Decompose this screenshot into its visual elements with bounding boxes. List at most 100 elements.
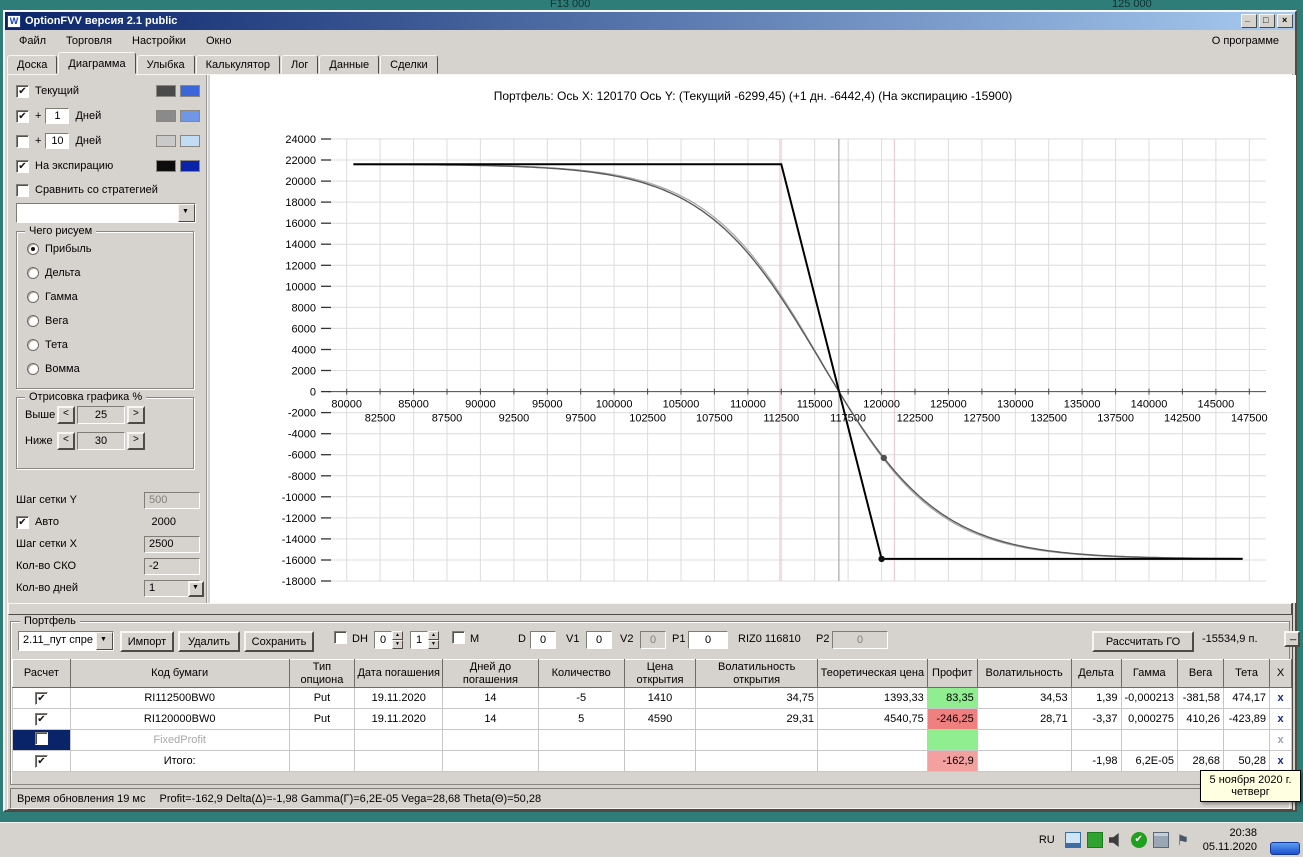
- row-calc-checkbox[interactable]: ✔: [34, 754, 48, 768]
- dh-spinner-1-value[interactable]: 0: [374, 631, 392, 649]
- d-input[interactable]: 0: [530, 631, 556, 649]
- curve-checkbox[interactable]: ✔: [16, 109, 29, 123]
- menu-window[interactable]: Окно: [196, 33, 242, 49]
- compare-strategy-row[interactable]: Сравнить со стратегией: [16, 181, 200, 199]
- draw-option-row[interactable]: Гамма: [27, 290, 193, 304]
- language-indicator[interactable]: RU: [1039, 834, 1055, 846]
- curve-toggle-row[interactable]: ✔ Текущий: [16, 81, 200, 101]
- maximize-button[interactable]: [1259, 14, 1275, 28]
- grid-x-input[interactable]: 2500: [144, 535, 200, 553]
- column-header[interactable]: Тип опциона: [288, 658, 356, 689]
- table-row[interactable]: FixedProfit х: [12, 729, 1292, 752]
- calc-cell[interactable]: ✔: [12, 750, 71, 773]
- increase-below-button[interactable]: [127, 432, 145, 450]
- row-calc-checkbox[interactable]: ✔: [34, 712, 48, 726]
- dh-spinner-2[interactable]: 1 ▲ ▼: [410, 631, 439, 649]
- dh-checkbox[interactable]: [334, 631, 347, 644]
- days-input[interactable]: 1: [45, 108, 70, 124]
- tab-diagram[interactable]: Диаграмма: [58, 52, 136, 74]
- table-row[interactable]: ✔ RI120000BW0 Put 19.11.2020 14 5 4590 29,31 454…: [12, 708, 1292, 731]
- column-header[interactable]: Вега: [1177, 658, 1225, 689]
- spin-down-icon[interactable]: ▼: [428, 640, 439, 649]
- curve-checkbox[interactable]: ✔: [16, 84, 29, 98]
- dh-spinner-2-value[interactable]: 1: [410, 631, 428, 649]
- strategy-dropdown[interactable]: [16, 203, 196, 223]
- clock[interactable]: 20:38 05.11.2020: [1203, 826, 1257, 855]
- calc-cell[interactable]: [12, 729, 71, 752]
- column-header[interactable]: Расчет: [12, 658, 71, 689]
- auto-grid-checkbox[interactable]: ✔: [16, 515, 29, 529]
- table-row[interactable]: ✔ Итого: -162,9 -1,98 6,2E-05 28,68 50,28 х: [12, 750, 1292, 773]
- update-check-icon[interactable]: ✔: [1130, 832, 1147, 848]
- row-delete-button[interactable]: х: [1269, 708, 1292, 731]
- column-header[interactable]: Волатильность: [976, 658, 1072, 689]
- draw-option-row[interactable]: Тета: [27, 338, 193, 352]
- column-header[interactable]: Дата погашения: [354, 658, 444, 689]
- draw-option-row[interactable]: Вомма: [27, 362, 193, 376]
- calc-go-button[interactable]: Рассчитать ГО: [1092, 631, 1194, 652]
- draw-option-row[interactable]: Вега: [27, 314, 193, 328]
- grid-y-input[interactable]: 500: [144, 491, 200, 509]
- tab-log[interactable]: Лог: [281, 55, 319, 74]
- column-header[interactable]: Гамма: [1120, 658, 1179, 689]
- column-header[interactable]: Код бумаги: [69, 658, 290, 689]
- column-header[interactable]: X: [1269, 658, 1292, 689]
- storage-icon[interactable]: [1152, 832, 1169, 848]
- tab-calculator[interactable]: Калькулятор: [195, 55, 281, 74]
- flag-icon[interactable]: ⚑: [1175, 832, 1191, 848]
- v2-input[interactable]: 0: [640, 631, 666, 649]
- titlebar[interactable]: W OptionFVV версия 2.1 public: [5, 12, 1295, 30]
- column-header[interactable]: Волатильность открытия: [695, 658, 819, 689]
- row-calc-checkbox[interactable]: ✔: [34, 691, 48, 705]
- speaker-icon[interactable]: [1108, 832, 1119, 848]
- row-delete-button[interactable]: х: [1269, 729, 1292, 752]
- curve-toggle-row[interactable]: +10 Дней: [16, 131, 200, 151]
- menu-trade[interactable]: Торговля: [56, 33, 122, 49]
- tab-board[interactable]: Доска: [7, 55, 58, 74]
- m-checkbox[interactable]: [452, 631, 465, 644]
- calc-cell[interactable]: ✔: [12, 687, 71, 710]
- row-delete-button[interactable]: х: [1269, 687, 1292, 710]
- chart-pane[interactable]: Портфель: Ось X: 120170 Ось Y: (Текущий …: [210, 75, 1296, 603]
- close-button[interactable]: [1277, 14, 1293, 28]
- sko-count-input[interactable]: -2: [144, 557, 200, 575]
- minimize-button[interactable]: [1241, 13, 1257, 28]
- draw-option-row[interactable]: Прибыль: [27, 242, 193, 256]
- preset-dropdown[interactable]: 2.11_пут спре: [18, 631, 114, 651]
- delete-button[interactable]: Удалить: [178, 631, 240, 652]
- p1-input[interactable]: 0: [688, 631, 728, 649]
- chevron-down-icon[interactable]: [178, 204, 195, 222]
- below-value[interactable]: 30: [77, 432, 125, 450]
- increase-above-button[interactable]: [127, 406, 145, 424]
- curve-checkbox[interactable]: ✔: [16, 159, 29, 173]
- column-header[interactable]: Профит: [926, 658, 978, 689]
- curve-toggle-row[interactable]: ✔ На экспирацию: [16, 156, 200, 176]
- splitter[interactable]: [8, 603, 1292, 615]
- draw-option-row[interactable]: Дельта: [27, 266, 193, 280]
- above-value[interactable]: 25: [77, 406, 125, 424]
- curve-toggle-row[interactable]: ✔ +1 Дней: [16, 106, 200, 126]
- column-header[interactable]: Цена открытия: [623, 658, 697, 689]
- taskbar[interactable]: RU ✔ ⚑ 20:38 05.11.2020: [0, 822, 1303, 857]
- tab-data[interactable]: Данные: [319, 55, 380, 74]
- column-header[interactable]: Тета: [1223, 658, 1271, 689]
- dh-spinner-1[interactable]: 0 ▲ ▼: [374, 631, 403, 649]
- tab-smile[interactable]: Улыбка: [136, 55, 195, 74]
- notification-fragment[interactable]: [1270, 842, 1300, 855]
- scroll-down-button[interactable]: [188, 581, 204, 597]
- indicator-icon[interactable]: [1086, 832, 1103, 848]
- decrease-below-button[interactable]: [57, 432, 75, 450]
- chevron-down-icon[interactable]: [96, 632, 113, 650]
- decrease-above-button[interactable]: [57, 406, 75, 424]
- p2-input[interactable]: 0: [832, 631, 888, 649]
- days-input[interactable]: 10: [45, 133, 70, 149]
- menu-settings[interactable]: Настройки: [122, 33, 196, 49]
- calc-cell[interactable]: ✔: [12, 708, 71, 731]
- import-button[interactable]: Импорт: [120, 631, 174, 652]
- menu-file[interactable]: Файл: [9, 33, 56, 49]
- remote-desktop-icon[interactable]: [1064, 832, 1081, 848]
- column-header[interactable]: Дельта: [1070, 658, 1122, 689]
- v1-input[interactable]: 0: [586, 631, 612, 649]
- tab-deals[interactable]: Сделки: [380, 55, 438, 74]
- curve-checkbox[interactable]: [16, 134, 29, 148]
